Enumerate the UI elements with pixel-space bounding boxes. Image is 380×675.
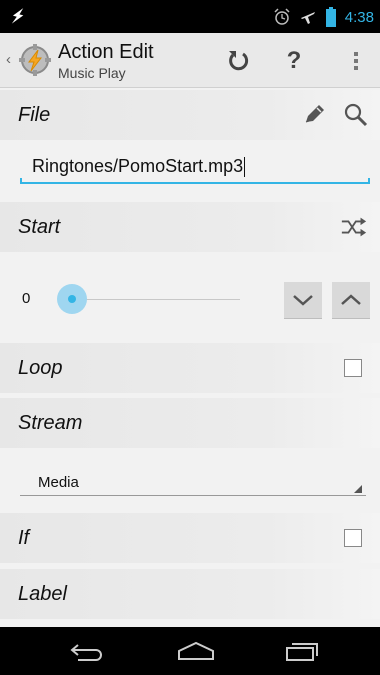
randomize-button[interactable]	[340, 213, 368, 241]
overflow-menu-button[interactable]	[338, 43, 374, 79]
home-icon	[178, 641, 214, 660]
up-chevron-icon[interactable]: ‹	[6, 51, 11, 68]
nav-home-button[interactable]	[172, 637, 220, 665]
stream-dropdown[interactable]: Media	[20, 468, 366, 496]
file-path-value: Ringtones/PomoStart.mp3	[32, 156, 244, 176]
nav-recents-button[interactable]	[278, 637, 326, 665]
if-label: If	[18, 527, 30, 549]
input-underline	[20, 178, 370, 184]
if-row[interactable]: If	[0, 513, 380, 563]
airplane-icon	[300, 12, 315, 24]
start-section-header: Start	[0, 202, 380, 252]
navigation-bar	[0, 627, 380, 675]
lightning-icon	[11, 8, 24, 24]
chevron-up-icon	[341, 294, 361, 305]
edit-file-button[interactable]	[300, 101, 328, 129]
action-bar: ‹ Action Edit Music Play ?	[0, 33, 380, 88]
browse-file-button[interactable]	[342, 101, 370, 129]
dropdown-caret-icon	[354, 485, 362, 493]
text-cursor	[244, 157, 246, 178]
shuffle-icon	[341, 217, 367, 237]
refresh-icon	[229, 51, 249, 71]
loop-row[interactable]: Loop	[0, 343, 380, 393]
status-time: 4:38	[344, 8, 374, 26]
help-button[interactable]: ?	[276, 43, 312, 79]
back-icon	[70, 644, 102, 661]
stream-section-header: Stream	[0, 398, 380, 448]
start-value: 0	[22, 290, 31, 307]
file-section-header: File	[0, 90, 380, 140]
start-label: Start	[18, 216, 61, 238]
chevron-down-icon	[293, 295, 313, 306]
app-logo-icon[interactable]	[18, 43, 52, 77]
if-checkbox[interactable]	[344, 529, 362, 547]
dropdown-underline	[20, 495, 366, 496]
slider-thumb[interactable]	[57, 284, 87, 314]
pencil-icon	[305, 105, 324, 123]
status-bar: 4:38	[0, 0, 380, 33]
refresh-button[interactable]	[220, 43, 256, 79]
overflow-menu-icon	[354, 52, 358, 70]
loop-checkbox[interactable]	[344, 359, 362, 377]
alarm-icon	[274, 8, 290, 25]
loop-label: Loop	[18, 357, 63, 379]
slider-track[interactable]	[72, 299, 240, 300]
label-section-header: Label	[0, 569, 380, 619]
page-title: Action Edit	[58, 41, 154, 63]
battery-icon	[325, 7, 336, 27]
stream-label: Stream	[18, 412, 83, 434]
label-label: Label	[18, 583, 67, 605]
nav-back-button[interactable]	[64, 637, 112, 665]
page-subtitle: Music Play	[58, 65, 126, 81]
decrement-button[interactable]	[284, 282, 322, 318]
search-icon	[344, 103, 368, 127]
stream-selected-value: Media	[38, 474, 79, 491]
file-label: File	[18, 104, 51, 126]
start-slider-row: 0	[0, 270, 380, 330]
file-path-input[interactable]: Ringtones/PomoStart.mp3	[20, 150, 370, 184]
increment-button[interactable]	[332, 282, 370, 318]
recents-icon	[286, 643, 318, 661]
